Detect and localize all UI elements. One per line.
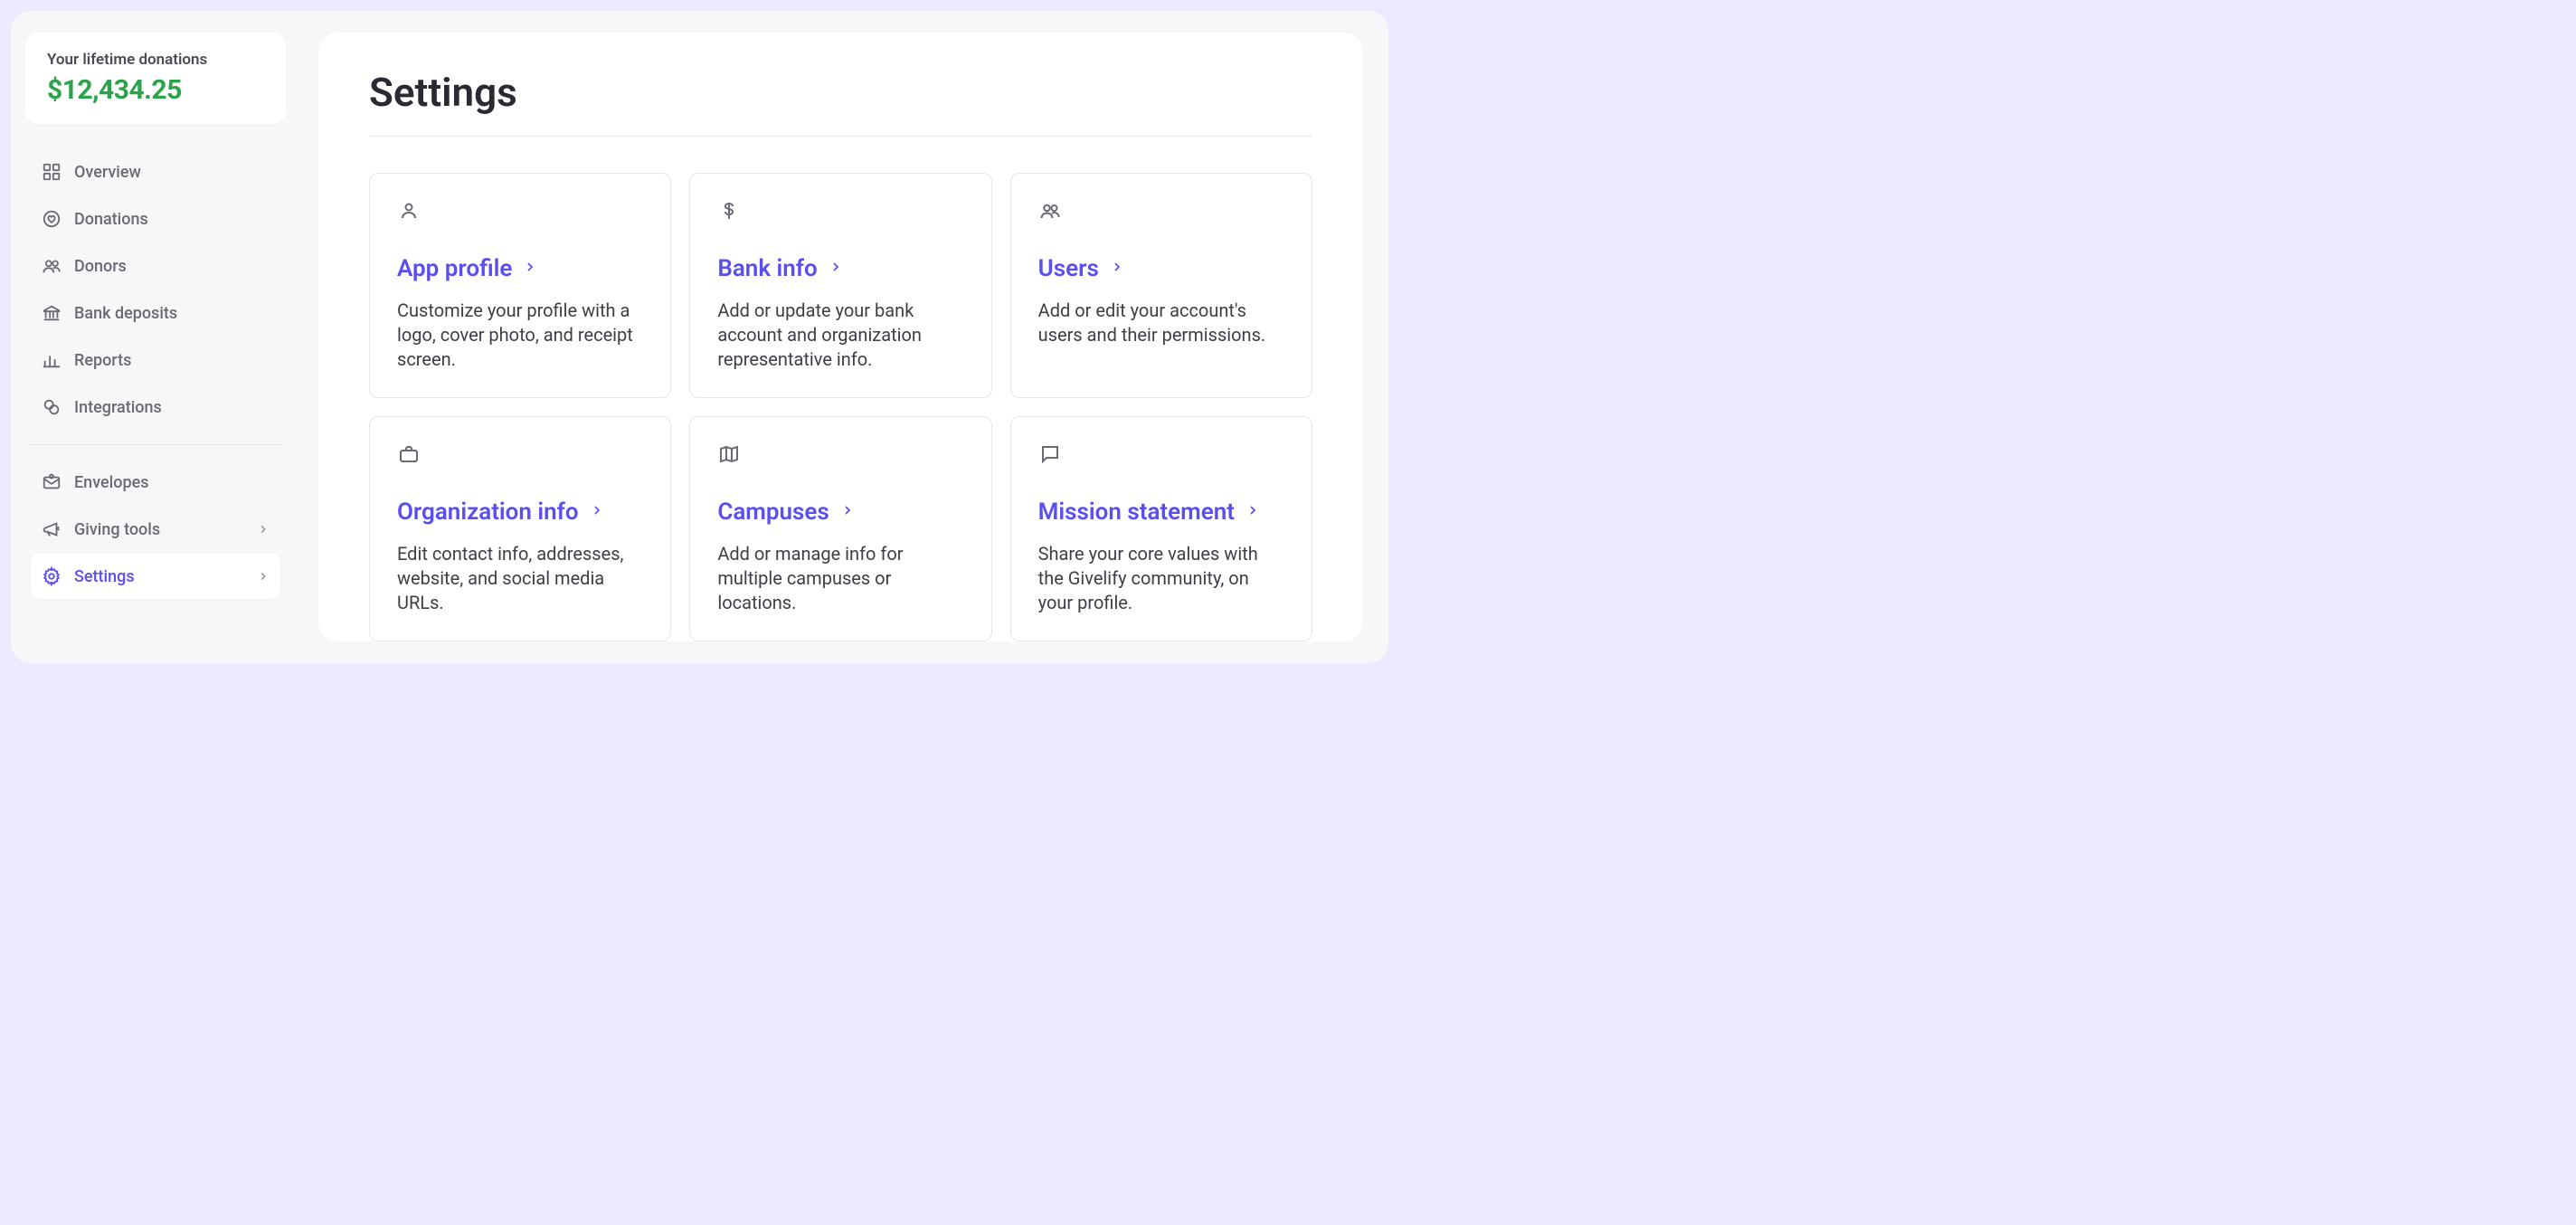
lifetime-donations-card: Your lifetime donations $12,434.25 — [25, 33, 286, 124]
app-frame: Your lifetime donations $12,434.25 Overv… — [11, 11, 1388, 663]
card-title: App profile — [397, 255, 512, 282]
card-users[interactable]: Users Add or edit your account's users a… — [1010, 173, 1312, 398]
chat-icon — [1038, 442, 1062, 466]
card-desc: Add or edit your account's users and the… — [1038, 299, 1284, 347]
page-title: Settings — [369, 69, 1312, 116]
nav-donations[interactable]: Donations — [31, 196, 280, 242]
chevron-right-icon — [840, 503, 855, 521]
chevron-right-icon — [523, 260, 537, 278]
nav-label: Integrations — [74, 398, 162, 417]
nav-bank-deposits[interactable]: Bank deposits — [31, 290, 280, 336]
card-title-row: Organization info — [397, 499, 643, 526]
title-divider — [369, 136, 1312, 137]
nav-overview[interactable]: Overview — [31, 149, 280, 195]
heart-circle-icon — [42, 209, 62, 229]
nav-donors[interactable]: Donors — [31, 243, 280, 289]
chevron-right-icon — [1110, 260, 1124, 278]
card-title-row: Users — [1038, 255, 1284, 282]
nav-label: Overview — [74, 163, 141, 182]
lifetime-donations-amount: $12,434.25 — [47, 74, 264, 106]
nav-settings[interactable]: Settings — [31, 554, 280, 599]
nav-label: Giving tools — [74, 520, 160, 539]
nav-reports[interactable]: Reports — [31, 337, 280, 383]
dollar-icon — [717, 199, 741, 223]
card-desc: Add or update your bank account and orga… — [717, 299, 963, 372]
card-title: Campuses — [717, 499, 829, 526]
nav-label: Donations — [74, 210, 148, 229]
card-title: Mission statement — [1038, 499, 1235, 526]
card-title: Users — [1038, 255, 1099, 282]
nav-label: Envelopes — [74, 473, 148, 492]
settings-panel: Settings App profile Customize your prof… — [318, 33, 1363, 641]
card-title-row: Bank info — [717, 255, 963, 282]
nav-label: Settings — [74, 567, 135, 586]
chevron-right-icon — [1245, 503, 1260, 521]
bank-icon — [42, 303, 62, 323]
card-app-profile[interactable]: App profile Customize your profile with … — [369, 173, 671, 398]
nav-label: Reports — [74, 351, 131, 370]
card-mission-statement[interactable]: Mission statement Share your core values… — [1010, 416, 1312, 641]
card-desc: Add or manage info for multiple campuses… — [717, 542, 963, 615]
settings-card-grid: App profile Customize your profile with … — [369, 173, 1312, 641]
megaphone-icon — [42, 519, 62, 539]
card-title-row: Mission statement — [1038, 499, 1284, 526]
main-content: Settings App profile Customize your prof… — [300, 11, 1388, 663]
grid-icon — [42, 162, 62, 182]
nav-envelopes[interactable]: Envelopes — [31, 460, 280, 505]
users-icon — [1038, 199, 1062, 223]
nav-label: Bank deposits — [74, 304, 177, 323]
chevron-right-icon — [590, 503, 604, 521]
lifetime-donations-label: Your lifetime donations — [47, 51, 264, 69]
bar-chart-icon — [42, 350, 62, 370]
nav-integrations[interactable]: Integrations — [31, 385, 280, 430]
card-organization-info[interactable]: Organization info Edit contact info, add… — [369, 416, 671, 641]
gear-icon — [42, 566, 62, 586]
chevron-right-icon — [257, 523, 270, 536]
card-desc: Edit contact info, addresses, website, a… — [397, 542, 643, 615]
chevron-right-icon — [829, 260, 843, 278]
card-title: Organization info — [397, 499, 579, 526]
card-title-row: Campuses — [717, 499, 963, 526]
card-bank-info[interactable]: Bank info Add or update your bank accoun… — [689, 173, 991, 398]
map-icon — [717, 442, 741, 466]
primary-nav: Overview Donations Donors Bank deposits … — [25, 149, 286, 430]
envelope-icon — [42, 472, 62, 492]
nav-label: Donors — [74, 257, 127, 276]
sidebar: Your lifetime donations $12,434.25 Overv… — [11, 11, 300, 663]
person-icon — [397, 199, 421, 223]
chevron-right-icon — [257, 570, 270, 583]
card-title: Bank info — [717, 255, 817, 282]
nav-giving-tools[interactable]: Giving tools — [31, 507, 280, 552]
card-desc: Customize your profile with a logo, cove… — [397, 299, 643, 372]
card-campuses[interactable]: Campuses Add or manage info for multiple… — [689, 416, 991, 641]
users-icon — [42, 256, 62, 276]
link-circles-icon — [42, 397, 62, 417]
card-desc: Share your core values with the Givelify… — [1038, 542, 1284, 615]
secondary-nav: Envelopes Giving tools Settings — [25, 460, 286, 599]
nav-divider — [31, 444, 280, 445]
briefcase-icon — [397, 442, 421, 466]
card-title-row: App profile — [397, 255, 643, 282]
